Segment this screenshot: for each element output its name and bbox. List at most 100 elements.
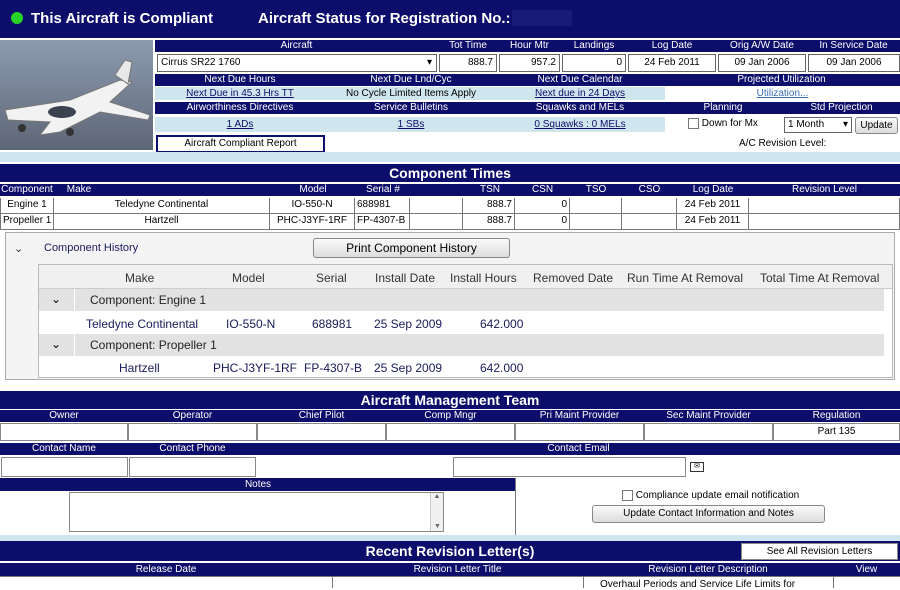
section-divider	[0, 152, 900, 162]
utilization-link[interactable]: Utilization...	[757, 88, 809, 99]
comp-mngr-field[interactable]	[386, 423, 515, 441]
divider	[833, 577, 834, 588]
model-cell: IO-550-N	[270, 198, 355, 214]
compliant-status-icon	[11, 12, 23, 24]
regulation-value: Part 135	[773, 423, 900, 441]
cso-cell	[622, 198, 677, 214]
history-model-header: Model	[232, 271, 265, 285]
next-due-cal-header: Next Due Calendar	[537, 74, 623, 85]
sbs-link[interactable]: 1 SBs	[325, 117, 497, 132]
aircraft-compliant-report-button[interactable]: Aircraft Compliant Report	[156, 135, 325, 153]
scroll-down-icon[interactable]: ▼	[431, 523, 444, 530]
notes-textarea[interactable]: ▲ ▼	[69, 492, 444, 532]
sec-maint-field[interactable]	[644, 423, 773, 441]
compliance-email-checkbox[interactable]	[622, 490, 633, 501]
serial-cell: FP-4307-B	[355, 214, 410, 230]
history-header-row: Make Model Serial Install Date Install H…	[39, 265, 892, 289]
history-run-time-header: Run Time At Removal	[627, 271, 744, 285]
tot-time-header: Tot Time	[449, 40, 487, 51]
history-group-title: Component: Propeller 1	[90, 338, 217, 352]
table-row[interactable]: Overhaul Periods and Service Life Limits…	[0, 576, 900, 590]
aircraft-select[interactable]: Cirrus SR22 1760 ▾	[157, 54, 437, 72]
log-date-value: 24 Feb 2011	[628, 54, 716, 72]
next-due-hours-link[interactable]: Next Due in 45.3 Hrs TT	[155, 87, 325, 100]
history-serial: FP-4307-B	[304, 361, 363, 375]
component-cell: Engine 1	[0, 198, 54, 214]
history-install-hours: 642.000	[480, 317, 524, 331]
history-install-date-header: Install Date	[375, 271, 436, 285]
next-due-row: Next Due in 45.3 Hrs TT No Cycle Limited…	[155, 87, 665, 100]
revision-cell	[749, 198, 900, 214]
pri-maint-field[interactable]	[515, 423, 644, 441]
ads-link[interactable]: 1 ADs	[155, 117, 325, 132]
history-install-date: 25 Sep 2009	[374, 317, 443, 331]
operator-field[interactable]	[128, 423, 257, 441]
history-group-title: Component: Engine 1	[90, 293, 207, 307]
comp-mngr-header: Comp Mngr	[424, 410, 477, 421]
history-group-propeller[interactable]: ⌄ Component: Propeller 1	[39, 334, 884, 356]
group-divider	[74, 289, 75, 311]
scroll-up-icon[interactable]: ▲	[431, 493, 443, 500]
revision-title-header: Revision Letter Title	[413, 564, 502, 575]
log-date-cell: 24 Feb 2011	[677, 198, 749, 214]
contact-phone-input[interactable]	[129, 457, 256, 477]
management-title: Aircraft Management Team	[0, 391, 900, 409]
chevron-down-icon[interactable]: ⌄	[14, 242, 23, 255]
tso-cell	[570, 214, 622, 230]
contact-name-header: Contact Name	[32, 443, 96, 454]
tsn-cell: 888.7	[463, 214, 515, 230]
contact-email-input[interactable]	[453, 457, 686, 477]
down-for-mx-option[interactable]: Down for Mx	[688, 118, 758, 129]
squawks-link[interactable]: 0 Squawks : 0 MELs	[497, 117, 663, 132]
make-cell: Teledyne Continental	[54, 198, 270, 214]
management-header-row: Owner Operator Chief Pilot Comp Mngr Pri…	[0, 410, 900, 422]
orig-aw-date-header: Orig A/W Date	[730, 40, 794, 51]
release-date-header: Release Date	[135, 564, 197, 575]
history-install-hours-header: Install Hours	[450, 271, 517, 285]
contact-name-input[interactable]	[1, 457, 128, 477]
see-all-revisions-button[interactable]: See All Revision Letters	[741, 543, 898, 560]
std-projection-select[interactable]: 1 Month ▾	[784, 117, 852, 133]
in-service-date-header: In Service Date	[819, 40, 888, 51]
down-for-mx-checkbox[interactable]	[688, 118, 699, 129]
revision-cell	[749, 214, 900, 230]
next-due-lnd-value: No Cycle Limited Items Apply	[345, 88, 477, 99]
ad-header-row: Airworthiness Directives Service Bulleti…	[155, 102, 900, 114]
chief-pilot-field[interactable]	[257, 423, 386, 441]
sec-maint-header: Sec Maint Provider	[666, 410, 751, 421]
print-component-history-button[interactable]: Print Component History	[313, 238, 510, 258]
compliance-email-option[interactable]: Compliance update email notification	[622, 490, 799, 501]
component-cell: Propeller 1	[0, 214, 54, 230]
airplane-icon	[0, 40, 153, 150]
log-date-header: Log Date	[651, 40, 693, 51]
contact-email-header: Contact Email	[547, 443, 610, 454]
regulation-header: Regulation	[812, 410, 861, 421]
landings-header: Landings	[573, 40, 615, 51]
component-history-label[interactable]: Component History	[44, 242, 138, 254]
history-group-engine[interactable]: ⌄ Component: Engine 1	[39, 289, 884, 311]
ad-header: Airworthiness Directives	[186, 102, 294, 113]
hour-mtr-header: Hour Mtr	[510, 40, 549, 51]
group-divider	[74, 334, 75, 356]
notes-header: Notes	[0, 478, 516, 491]
model-header: Model	[299, 184, 327, 195]
chevron-down-icon: ▾	[842, 119, 848, 130]
blank-cell	[410, 214, 463, 230]
chevron-down-icon[interactable]: ⌄	[51, 337, 61, 351]
email-icon[interactable]: ✉	[690, 462, 704, 472]
owner-field[interactable]	[0, 423, 128, 441]
history-make: Hartzell	[119, 361, 160, 375]
divider	[583, 577, 584, 588]
status-banner: This Aircraft is Compliant Aircraft Stat…	[0, 0, 900, 38]
notes-scrollbar[interactable]: ▲ ▼	[430, 493, 443, 531]
update-button[interactable]: Update	[855, 117, 898, 134]
chevron-down-icon[interactable]: ⌄	[51, 292, 61, 306]
operator-header: Operator	[172, 410, 213, 421]
compliance-email-label: Compliance update email notification	[635, 490, 800, 502]
history-serial-header: Serial	[316, 271, 347, 285]
compliant-status-text: This Aircraft is Compliant	[31, 10, 213, 27]
update-contact-button[interactable]: Update Contact Information and Notes	[592, 505, 825, 523]
hour-mtr-value: 957.2	[499, 54, 560, 72]
history-make: Teledyne Continental	[86, 317, 199, 331]
next-due-cal-link[interactable]: Next due in 24 Days	[497, 87, 663, 100]
